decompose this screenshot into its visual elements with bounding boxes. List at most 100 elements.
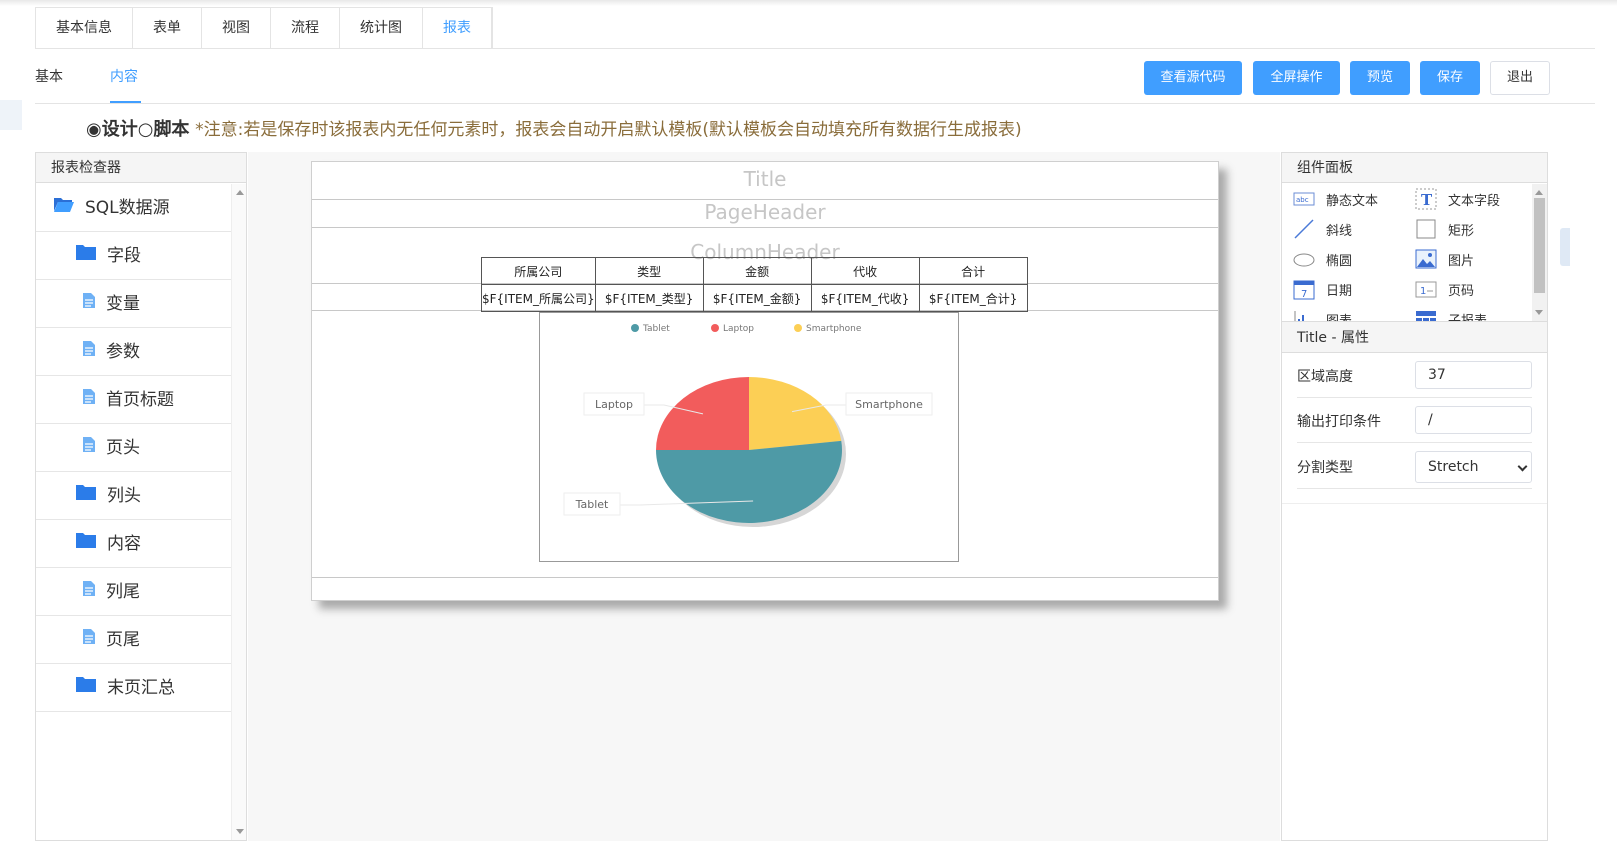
report-grid[interactable]: 所属公司 类型 金额 代收 合计 $F{ITEM_所属公司} $F{ITEM_类… [481,257,1028,312]
tree-item-label: 列尾 [106,581,140,602]
exit-button[interactable]: 退出 [1490,61,1550,95]
rectangle-icon [1414,218,1438,240]
tree-item-label: 末页汇总 [107,677,175,698]
grid-header-company[interactable]: 所属公司 [481,257,596,285]
subreport-icon [1414,308,1438,321]
region-height-input[interactable] [1415,361,1532,389]
subtabs-divider [35,103,1595,104]
tree-item-parameters[interactable]: 参数 [36,328,231,376]
grid-header-total[interactable]: 合计 [918,257,1028,285]
region-height-label: 区域高度 [1297,369,1353,385]
tree-item-variables[interactable]: 变量 [36,280,231,328]
file-icon [82,280,96,328]
left-edge-highlight [0,100,22,130]
fullscreen-button[interactable]: 全屏操作 [1253,61,1340,95]
component-text-field[interactable]: T 文本字段 [1414,184,1500,214]
folder-open-icon [53,184,75,232]
design-radio[interactable]: ◉设计 [86,119,138,140]
tab-form[interactable]: 表单 [133,8,202,49]
tree-item-column-header[interactable]: 列头 [36,472,231,520]
grid-header-type[interactable]: 类型 [594,257,704,285]
component-label: 图表 [1326,313,1353,322]
grid-field-collection[interactable]: $F{ITEM_代收} [810,284,920,312]
component-ellipse[interactable]: 椭圆 [1292,244,1352,274]
grid-field-type[interactable]: $F{ITEM_类型} [594,284,704,312]
split-type-value: Stretch [1428,459,1479,475]
scroll-up-icon[interactable] [236,190,244,195]
script-radio[interactable]: ○脚本 [138,119,190,140]
report-page[interactable]: Title PageHeader ColumnHeader 所属公司 类型 金额… [311,161,1219,601]
legend-marker-smartphone [794,324,802,332]
grid-header-collection[interactable]: 代收 [810,257,920,285]
page-number-icon: 1 [1414,278,1438,300]
mode-selector: ◉设计○脚本 *注意:若是保存时该报表内无任何元素时，报表会自动开启默认模板(默… [86,115,1022,141]
radio-unchecked-icon: ○ [137,119,154,140]
component-label: 斜线 [1326,223,1353,239]
tree-item-content[interactable]: 内容 [36,520,231,568]
scroll-down-icon[interactable] [1535,310,1543,315]
legend-label-laptop: Laptop [723,324,754,334]
scroll-up-icon[interactable] [1535,190,1543,195]
tree-item-label: 内容 [107,533,141,554]
legend-label-smartphone: Smartphone [806,324,862,334]
print-condition-input[interactable] [1415,406,1532,434]
svg-text:1: 1 [1420,286,1426,297]
pie-label-tablet: Tablet [575,498,609,511]
pie-label-laptop: Laptop [595,398,633,411]
inspector-scrollbar[interactable] [231,184,246,840]
text-field-icon: T [1414,188,1438,210]
tree-item-first-page-title[interactable]: 首页标题 [36,376,231,424]
ellipse-icon [1292,248,1316,270]
pie-chart-element[interactable]: Tablet Laptop Smartphone Laptop Smartphone Ta… [539,312,959,562]
tree-item-column-footer[interactable]: 列尾 [36,568,231,616]
component-rectangle[interactable]: 矩形 [1414,214,1474,244]
tree-item-label: 参数 [106,341,140,362]
tab-statistics-chart[interactable]: 统计图 [340,8,423,49]
component-line[interactable]: 斜线 [1292,214,1352,244]
tree-item-page-footer[interactable]: 页尾 [36,616,231,664]
grid-header-amount[interactable]: 金额 [702,257,812,285]
tab-basic-info[interactable]: 基本信息 [36,8,133,49]
component-chart[interactable]: 图表 [1292,304,1352,321]
top-shadow [0,0,1617,6]
band-title[interactable]: Title [312,162,1218,200]
view-source-button[interactable]: 查看源代码 [1144,61,1242,95]
file-icon [82,616,96,664]
save-button[interactable]: 保存 [1420,61,1480,95]
component-label: 文本字段 [1448,193,1501,209]
report-inspector-title: 报表检查器 [36,153,246,183]
folder-icon [75,232,97,280]
component-static-text[interactable]: abc 静态文本 [1292,184,1378,214]
component-label: 子报表 [1448,313,1488,322]
scrollbar-thumb[interactable] [1534,198,1545,293]
print-condition-label: 输出打印条件 [1297,414,1381,430]
tree-item-page-header[interactable]: 页头 [36,424,231,472]
tree-item-fields[interactable]: 字段 [36,232,231,280]
component-image[interactable]: 图片 [1414,244,1474,274]
file-icon [82,328,96,376]
tree-item-last-page-summary[interactable]: 末页汇总 [36,664,231,712]
component-subreport[interactable]: 子报表 [1414,304,1487,321]
tree-item-sql-datasource[interactable]: SQL数据源 [36,184,231,232]
grid-field-company[interactable]: $F{ITEM_所属公司} [481,284,596,312]
split-type-select[interactable]: Stretch [1415,451,1532,483]
tree-item-label: 列头 [107,485,141,506]
collapse-handle[interactable] [1560,228,1570,266]
subtab-content[interactable]: 内容 [110,66,138,86]
grid-field-amount[interactable]: $F{ITEM_金额} [702,284,812,312]
component-label: 静态文本 [1326,193,1379,209]
tab-view[interactable]: 视图 [202,8,271,49]
tab-flow[interactable]: 流程 [271,8,340,49]
pie-slice-smartphone [749,377,842,450]
subtab-basic[interactable]: 基本 [35,66,63,86]
tab-report[interactable]: 报表 [423,8,492,49]
preview-button[interactable]: 预览 [1350,61,1410,95]
component-scrollbar[interactable] [1532,184,1547,321]
folder-icon [75,664,97,712]
grid-field-total[interactable]: $F{ITEM_合计} [918,284,1028,312]
scroll-down-icon[interactable] [236,829,244,834]
component-date[interactable]: 7 日期 [1292,274,1352,304]
band-page-header[interactable]: PageHeader [312,200,1218,228]
component-page-number[interactable]: 1 页码 [1414,274,1474,304]
tree-item-label: 变量 [106,293,140,314]
